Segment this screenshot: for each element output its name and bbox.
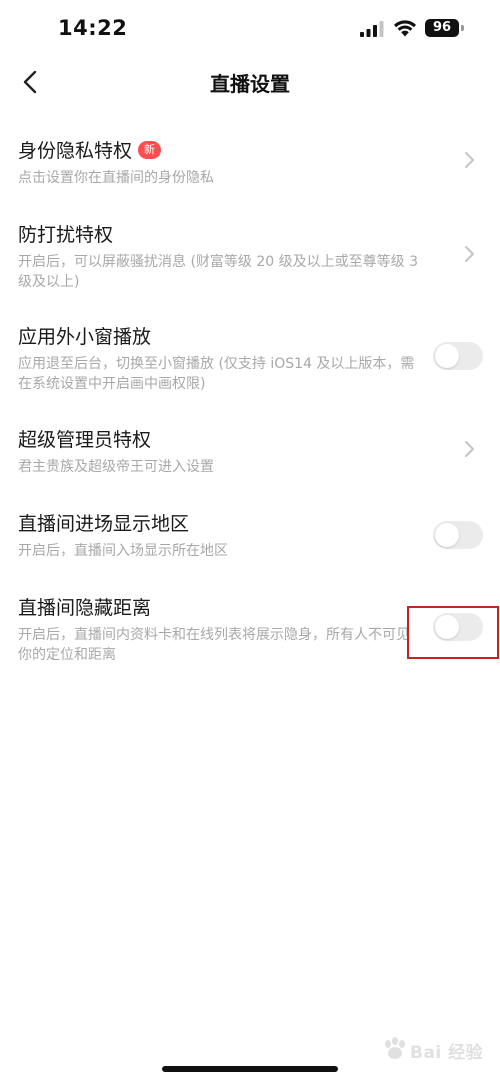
setting-desc: 应用退至后台，切换至小窗播放 (仅支持 iOS14 及以上版本，需在系统设置中开…	[18, 356, 415, 392]
setting-desc: 点击设置你在直播间的身份隐私	[18, 170, 214, 186]
wifi-icon	[394, 20, 416, 37]
setting-desc: 开启后，可以屏蔽骚扰消息 (财富等级 20 级及以上或至尊等级 3 级及以上)	[18, 254, 418, 290]
setting-title: 身份隐私特权 新	[18, 136, 162, 163]
status-time: 14:22	[58, 16, 128, 40]
paw-logo-icon	[385, 1037, 405, 1059]
setting-desc: 开启后，直播间内资料卡和在线列表将展示隐身，所有人不可见你的定位和距离	[18, 627, 410, 663]
toggle-knob	[435, 344, 459, 368]
chevron-right-icon	[465, 441, 474, 457]
setting-title: 直播间进场显示地区	[18, 513, 190, 535]
show-region-toggle[interactable]	[433, 521, 483, 549]
new-badge: 新	[138, 140, 162, 159]
battery-indicator: 96	[425, 19, 459, 37]
cellular-signal-icon	[360, 21, 384, 37]
home-indicator	[162, 1066, 338, 1072]
toggle-knob	[435, 523, 459, 547]
setting-title: 应用外小窗播放	[18, 326, 152, 348]
page-title: 直播设置	[210, 72, 290, 96]
setting-desc: 君主贵族及超级帝王可进入设置	[18, 459, 214, 475]
setting-title: 防打扰特权	[18, 224, 114, 246]
setting-title: 直播间隐藏距离	[18, 597, 152, 619]
nav-bar: 直播设置	[0, 60, 500, 104]
setting-title-text: 身份隐私特权	[18, 140, 133, 162]
battery-cap	[461, 25, 464, 31]
watermark: Bai 经验	[382, 1032, 492, 1066]
setting-desc: 开启后，直播间入场显示所在地区	[18, 543, 228, 559]
highlight-box	[407, 606, 499, 659]
status-bar: 14:22 96	[0, 0, 500, 60]
chevron-right-icon	[465, 246, 474, 262]
setting-title: 超级管理员特权	[18, 429, 152, 451]
chevron-right-icon	[465, 152, 474, 168]
watermark-text: Bai 经验	[410, 1043, 484, 1063]
pip-toggle[interactable]	[433, 342, 483, 370]
